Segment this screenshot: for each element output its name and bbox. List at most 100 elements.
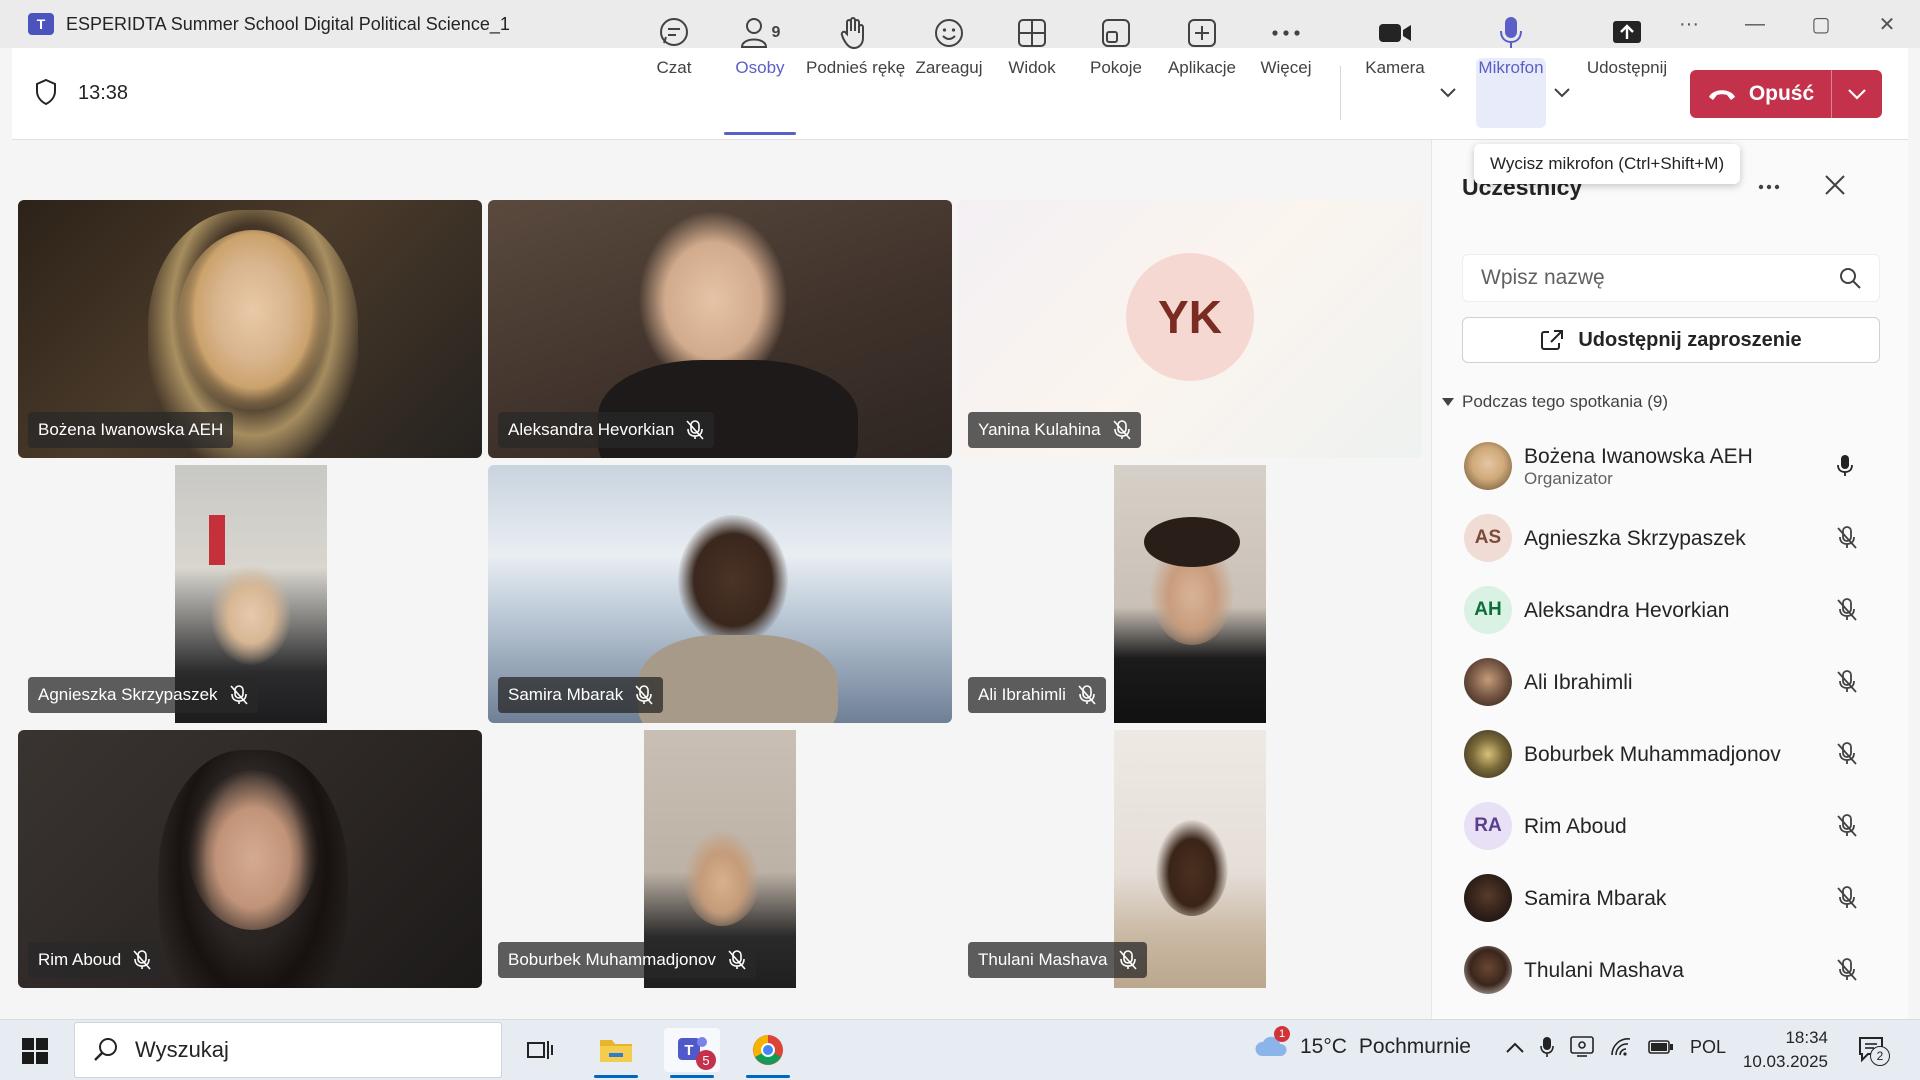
avatar: AS bbox=[1464, 514, 1512, 562]
weather-widget[interactable]: 1 15°C Pochmurnie bbox=[1254, 1026, 1471, 1060]
mic-label: Mikrofon bbox=[1478, 58, 1544, 77]
remote-display-icon[interactable] bbox=[1570, 1036, 1594, 1058]
mic-off-icon[interactable] bbox=[1836, 670, 1858, 694]
shield-icon[interactable] bbox=[34, 78, 58, 106]
video-tile[interactable]: Agnieszka Skrzypaszek bbox=[18, 465, 482, 723]
wifi-icon[interactable] bbox=[1610, 1037, 1632, 1057]
share-button[interactable]: Udostępnij bbox=[1584, 14, 1670, 84]
camera-button[interactable]: Kamera bbox=[1360, 14, 1430, 84]
mic-off-icon bbox=[133, 950, 151, 970]
list-item[interactable]: Boburbek Muhammadjonov bbox=[1432, 718, 1908, 790]
video-tile[interactable]: Samira Mbarak bbox=[488, 465, 952, 723]
invite-label: Udostępnij zaproszenie bbox=[1578, 328, 1802, 351]
more-label: Więcej bbox=[1260, 58, 1312, 77]
list-item[interactable]: Thulani Mashava bbox=[1432, 934, 1908, 1006]
mic-off-icon[interactable] bbox=[1836, 526, 1858, 550]
hang-up-icon bbox=[1708, 90, 1735, 100]
mic-off-icon[interactable] bbox=[1836, 814, 1858, 838]
leave-main[interactable]: Opuść bbox=[1690, 70, 1832, 118]
mic-options-chevron-icon[interactable] bbox=[1554, 88, 1570, 98]
close-icon[interactable] bbox=[1824, 174, 1846, 196]
react-button[interactable]: Zareaguj bbox=[912, 14, 986, 84]
teams-window: T ESPERIDTA Summer School Digital Politi… bbox=[0, 0, 1920, 1019]
clock-date: 10.03.2025 bbox=[1742, 1052, 1828, 1071]
mic-off-icon bbox=[1078, 685, 1096, 705]
battery-icon[interactable] bbox=[1648, 1038, 1674, 1056]
weather-condition: Pochmurnie bbox=[1358, 1035, 1471, 1058]
mic-off-icon[interactable] bbox=[1836, 742, 1858, 766]
teams-taskbar-button[interactable]: T 5 bbox=[664, 1028, 720, 1078]
raise-hand-button[interactable]: Podnieś rękę bbox=[806, 14, 905, 84]
list-item[interactable]: AH Aleksandra Hevorkian bbox=[1432, 574, 1908, 646]
participant-name-tag: Thulani Mashava bbox=[968, 942, 1148, 978]
temperature: 15°C bbox=[1300, 1035, 1347, 1058]
participants-list: Bożena Iwanowska AEH Organizator AS Agni… bbox=[1432, 430, 1908, 1006]
video-tile[interactable]: Aleksandra Hevorkian bbox=[488, 200, 952, 458]
people-count: 9 bbox=[771, 24, 781, 41]
mic-button[interactable]: Mikrofon bbox=[1470, 14, 1552, 84]
mic-off-icon bbox=[1112, 420, 1131, 440]
share-label: Udostępnij bbox=[1586, 58, 1668, 77]
microphone-icon bbox=[1500, 17, 1522, 48]
video-tile[interactable]: Boburbek Muhammadjonov bbox=[488, 730, 952, 988]
list-item[interactable]: AS Agnieszka Skrzypaszek bbox=[1432, 502, 1908, 574]
participant-name-tag: Samira Mbarak bbox=[498, 677, 664, 713]
list-item[interactable]: Ali Ibrahimli bbox=[1432, 646, 1908, 718]
window-controls: ··· — ▢ ✕ bbox=[1656, 0, 1920, 48]
chrome-icon bbox=[753, 1035, 783, 1065]
taskbar-clock[interactable]: 18:34 10.03.2025 bbox=[1738, 1026, 1828, 1074]
close-icon[interactable]: ✕ bbox=[1854, 12, 1920, 37]
section-header[interactable]: Podczas tego spotkania (9) bbox=[1442, 392, 1668, 412]
microphone-icon[interactable] bbox=[1836, 454, 1854, 478]
notification-center[interactable]: 2 bbox=[1858, 1036, 1890, 1069]
more-button[interactable]: Więcej bbox=[1256, 14, 1316, 84]
taskbar-search[interactable]: Wyszukaj bbox=[74, 1022, 502, 1078]
mic-off-icon[interactable] bbox=[1836, 886, 1858, 910]
section-label: Podczas tego spotkania (9) bbox=[1462, 392, 1669, 411]
chrome-taskbar-button[interactable] bbox=[740, 1028, 796, 1078]
mic-off-icon[interactable] bbox=[1836, 598, 1858, 622]
file-explorer-button[interactable] bbox=[588, 1028, 644, 1078]
mic-off-icon bbox=[728, 950, 746, 970]
svg-text:T: T bbox=[684, 1042, 693, 1059]
mic-off-icon bbox=[686, 420, 704, 440]
maximize-icon[interactable]: ▢ bbox=[1788, 12, 1854, 37]
search-icon bbox=[94, 1038, 117, 1061]
camera-options-chevron-icon[interactable] bbox=[1440, 88, 1456, 98]
task-view-button[interactable] bbox=[512, 1028, 568, 1072]
minimize-icon[interactable]: — bbox=[1722, 13, 1788, 36]
participant-name-tag: Agnieszka Skrzypaszek bbox=[28, 677, 258, 713]
video-tile[interactable]: Thulani Mashava bbox=[958, 730, 1422, 988]
video-tile[interactable]: YK Yanina Kulahina bbox=[958, 200, 1422, 458]
add-app-icon bbox=[1188, 19, 1216, 47]
view-button[interactable]: Widok bbox=[1002, 14, 1062, 84]
windows-start-icon[interactable] bbox=[22, 1038, 48, 1064]
people-button[interactable]: 9 Osoby bbox=[720, 14, 800, 84]
participant-search[interactable] bbox=[1462, 254, 1880, 302]
meeting-timer: 13:38 bbox=[78, 82, 129, 104]
list-item[interactable]: Samira Mbarak bbox=[1432, 862, 1908, 934]
system-tray: POL bbox=[1506, 1036, 1726, 1058]
list-item[interactable]: RA Rim Aboud bbox=[1432, 790, 1908, 862]
apps-button[interactable]: Aplikacje bbox=[1162, 14, 1242, 84]
teams-badge: 5 bbox=[696, 1050, 716, 1070]
search-input[interactable] bbox=[1481, 266, 1821, 290]
microphone-icon[interactable] bbox=[1540, 1036, 1554, 1058]
rooms-button[interactable]: Pokoje bbox=[1086, 14, 1146, 84]
avatar bbox=[1464, 874, 1512, 922]
leave-button[interactable]: Opuść bbox=[1690, 70, 1882, 118]
clock-time: 18:34 bbox=[1785, 1028, 1828, 1047]
chevron-up-icon[interactable] bbox=[1506, 1041, 1524, 1053]
list-item[interactable]: Bożena Iwanowska AEH Organizator bbox=[1432, 430, 1908, 502]
mic-off-icon[interactable] bbox=[1836, 958, 1858, 982]
video-tile[interactable]: Rim Aboud bbox=[18, 730, 482, 988]
chat-button[interactable]: Czat bbox=[644, 14, 704, 84]
video-tile[interactable]: Bożena Iwanowska AEH bbox=[18, 200, 482, 458]
leave-options[interactable] bbox=[1832, 88, 1882, 100]
language-indicator[interactable]: POL bbox=[1690, 1037, 1726, 1058]
video-tile[interactable]: Ali Ibrahimli bbox=[958, 465, 1422, 723]
share-invite-button[interactable]: Udostępnij zaproszenie bbox=[1462, 317, 1880, 363]
more-options-icon[interactable] bbox=[1758, 184, 1780, 190]
participant-name-tag: Yanina Kulahina bbox=[968, 412, 1141, 448]
participants-panel: Uczestnicy Udostępnij zaproszenie Podcza… bbox=[1431, 140, 1908, 1019]
